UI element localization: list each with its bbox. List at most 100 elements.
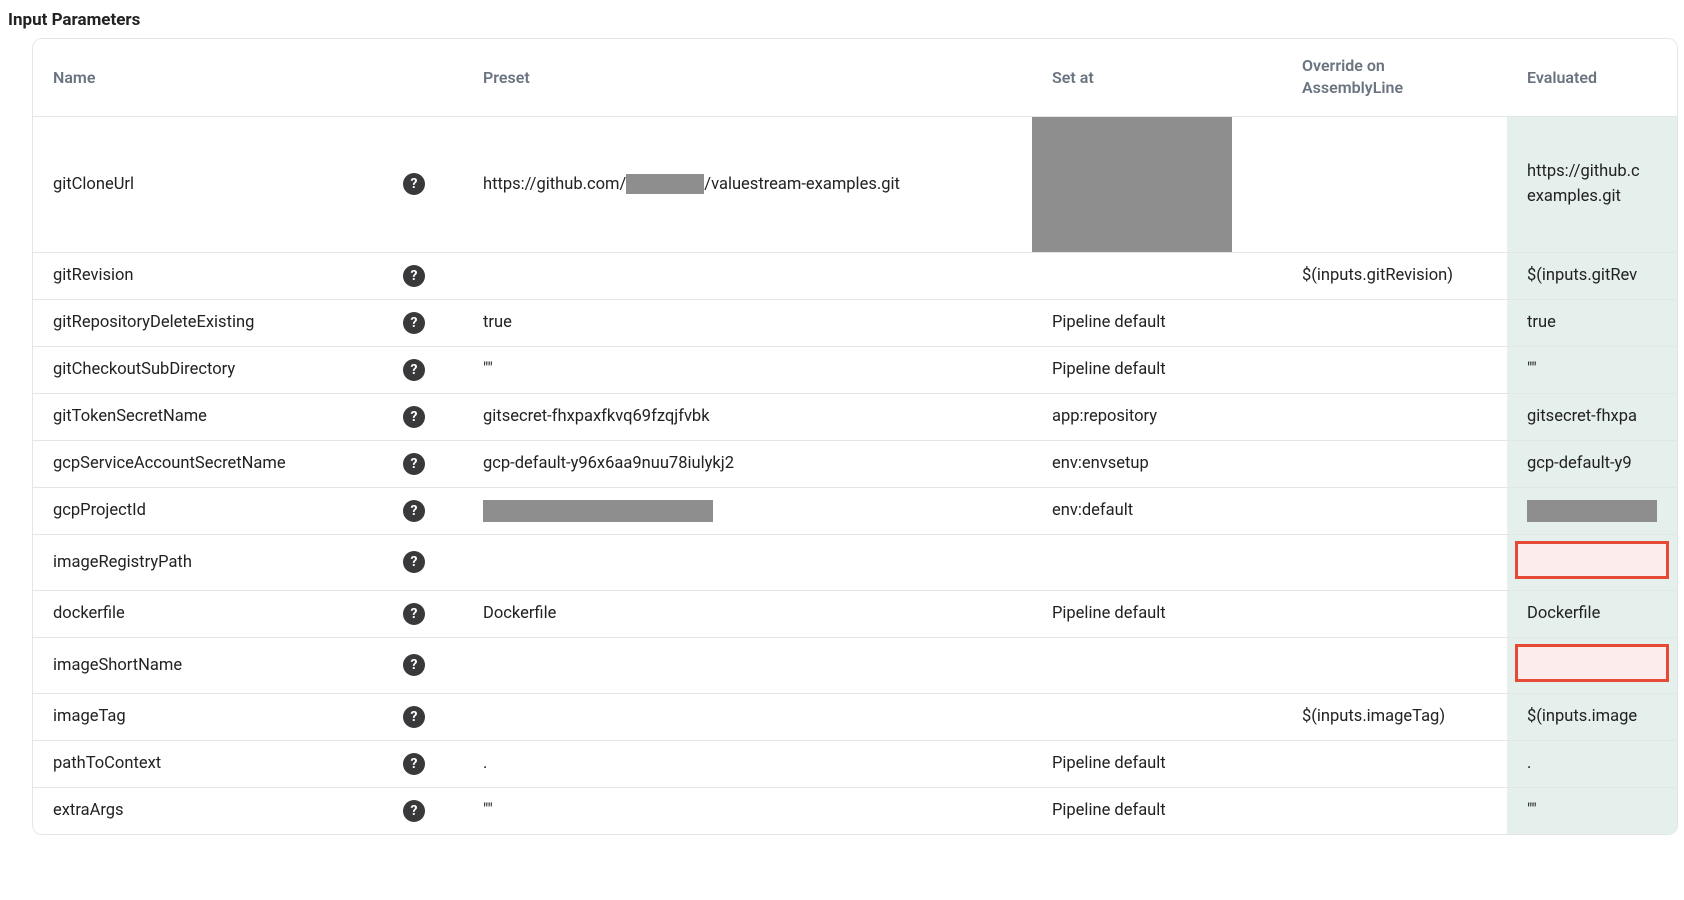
param-evaluated: $(inputs.image <box>1507 693 1677 740</box>
param-preset <box>463 252 1032 299</box>
param-set-at: Pipeline default <box>1032 740 1282 787</box>
help-cell: ? <box>403 252 463 299</box>
help-cell: ? <box>403 393 463 440</box>
help-cell: ? <box>403 440 463 487</box>
param-evaluated: Dockerfile <box>1507 590 1677 637</box>
col-header-preset[interactable]: Preset <box>463 39 1032 116</box>
param-set-at <box>1032 637 1282 693</box>
param-preset <box>463 487 1032 534</box>
param-evaluated: gitsecret-fhxpa <box>1507 393 1677 440</box>
param-override <box>1282 440 1507 487</box>
help-icon[interactable]: ? <box>403 603 425 625</box>
param-name: gitCloneUrl <box>33 116 403 252</box>
param-name: gcpServiceAccountSecretName <box>33 440 403 487</box>
param-name: gitRepositoryDeleteExisting <box>33 299 403 346</box>
help-cell: ? <box>403 637 463 693</box>
param-preset <box>463 693 1032 740</box>
param-preset: Dockerfile <box>463 590 1032 637</box>
table-row: imageTag?$(inputs.imageTag)$(inputs.imag… <box>33 693 1677 740</box>
help-icon[interactable]: ? <box>403 312 425 334</box>
table-row: dockerfile?DockerfilePipeline defaultDoc… <box>33 590 1677 637</box>
param-preset: . <box>463 740 1032 787</box>
col-header-name[interactable]: Name <box>33 39 463 116</box>
param-override <box>1282 487 1507 534</box>
param-override: $(inputs.gitRevision) <box>1282 252 1507 299</box>
table-row: gitCheckoutSubDirectory?""Pipeline defau… <box>33 346 1677 393</box>
param-name: gitCheckoutSubDirectory <box>33 346 403 393</box>
param-set-at <box>1032 116 1282 252</box>
redacted-chip <box>483 500 713 522</box>
param-preset <box>463 637 1032 693</box>
help-cell: ? <box>403 487 463 534</box>
preset-suffix: /valuestream-examples.git <box>704 175 900 194</box>
param-override <box>1282 346 1507 393</box>
parameters-table: Name Preset Set at Override on AssemblyL… <box>33 39 1677 834</box>
param-name: gitRevision <box>33 252 403 299</box>
redacted-chip <box>626 174 704 194</box>
param-set-at: Pipeline default <box>1032 299 1282 346</box>
table-header-row: Name Preset Set at Override on AssemblyL… <box>33 39 1677 116</box>
param-evaluated: gcp-default-y9 <box>1507 440 1677 487</box>
param-evaluated: . <box>1507 740 1677 787</box>
help-icon[interactable]: ? <box>403 500 425 522</box>
help-icon[interactable]: ? <box>403 800 425 822</box>
col-header-set-at[interactable]: Set at <box>1032 39 1282 116</box>
param-override <box>1282 637 1507 693</box>
param-set-at <box>1032 534 1282 590</box>
help-cell: ? <box>403 590 463 637</box>
table-row: extraArgs?""Pipeline default"" <box>33 787 1677 834</box>
help-icon[interactable]: ? <box>403 654 425 676</box>
help-icon[interactable]: ? <box>403 753 425 775</box>
param-preset <box>463 534 1032 590</box>
col-header-override[interactable]: Override on AssemblyLine <box>1282 39 1507 116</box>
table-row: gitRepositoryDeleteExisting? true Pipeline… <box>33 299 1677 346</box>
param-override <box>1282 299 1507 346</box>
help-cell: ? <box>403 787 463 834</box>
help-icon[interactable]: ? <box>403 551 425 573</box>
param-name: dockerfile <box>33 590 403 637</box>
help-cell: ? <box>403 116 463 252</box>
help-cell: ? <box>403 693 463 740</box>
col-header-evaluated[interactable]: Evaluated <box>1507 39 1677 116</box>
param-name: extraArgs <box>33 787 403 834</box>
table-row: gitCloneUrl? https://github.com/ /valuestr… <box>33 116 1677 252</box>
table-row: gcpServiceAccountSecretName? gcp-default-… <box>33 440 1677 487</box>
param-set-at: Pipeline default <box>1032 346 1282 393</box>
param-set-at <box>1032 693 1282 740</box>
help-icon[interactable]: ? <box>403 706 425 728</box>
table-row: gitRevision? $(inputs.gitRevision)$(input… <box>33 252 1677 299</box>
param-override <box>1282 590 1507 637</box>
param-evaluated: "" <box>1507 787 1677 834</box>
param-override <box>1282 393 1507 440</box>
help-icon[interactable]: ? <box>403 173 425 195</box>
param-evaluated: true <box>1507 299 1677 346</box>
param-evaluated: https://github.c examples.git <box>1507 116 1677 252</box>
param-name: imageRegistryPath <box>33 534 403 590</box>
redacted-block <box>1032 117 1232 252</box>
evaluated-missing-indicator <box>1515 644 1669 682</box>
param-set-at: env:default <box>1032 487 1282 534</box>
param-set-at: env:envsetup <box>1032 440 1282 487</box>
help-icon[interactable]: ? <box>403 359 425 381</box>
help-icon[interactable]: ? <box>403 265 425 287</box>
help-cell: ? <box>403 534 463 590</box>
table-row: imageRegistryPath? <box>33 534 1677 590</box>
table-row: imageShortName? <box>33 637 1677 693</box>
param-evaluated <box>1507 487 1677 534</box>
evaluated-missing-indicator <box>1515 541 1669 579</box>
help-cell: ? <box>403 740 463 787</box>
param-override <box>1282 740 1507 787</box>
param-name: gitTokenSecretName <box>33 393 403 440</box>
param-evaluated <box>1507 637 1677 693</box>
help-icon[interactable]: ? <box>403 453 425 475</box>
table-row: gcpProjectId? env:default <box>33 487 1677 534</box>
table-row: pathToContext?.Pipeline default. <box>33 740 1677 787</box>
param-evaluated: $(inputs.gitRev <box>1507 252 1677 299</box>
param-set-at: Pipeline default <box>1032 787 1282 834</box>
help-icon[interactable]: ? <box>403 406 425 428</box>
param-name: pathToContext <box>33 740 403 787</box>
param-preset: gcp-default-y96x6aa9nuu78iulykj2 <box>463 440 1032 487</box>
param-preset: "" <box>463 787 1032 834</box>
param-name: gcpProjectId <box>33 487 403 534</box>
preset-prefix: https://github.com/ <box>483 175 626 194</box>
